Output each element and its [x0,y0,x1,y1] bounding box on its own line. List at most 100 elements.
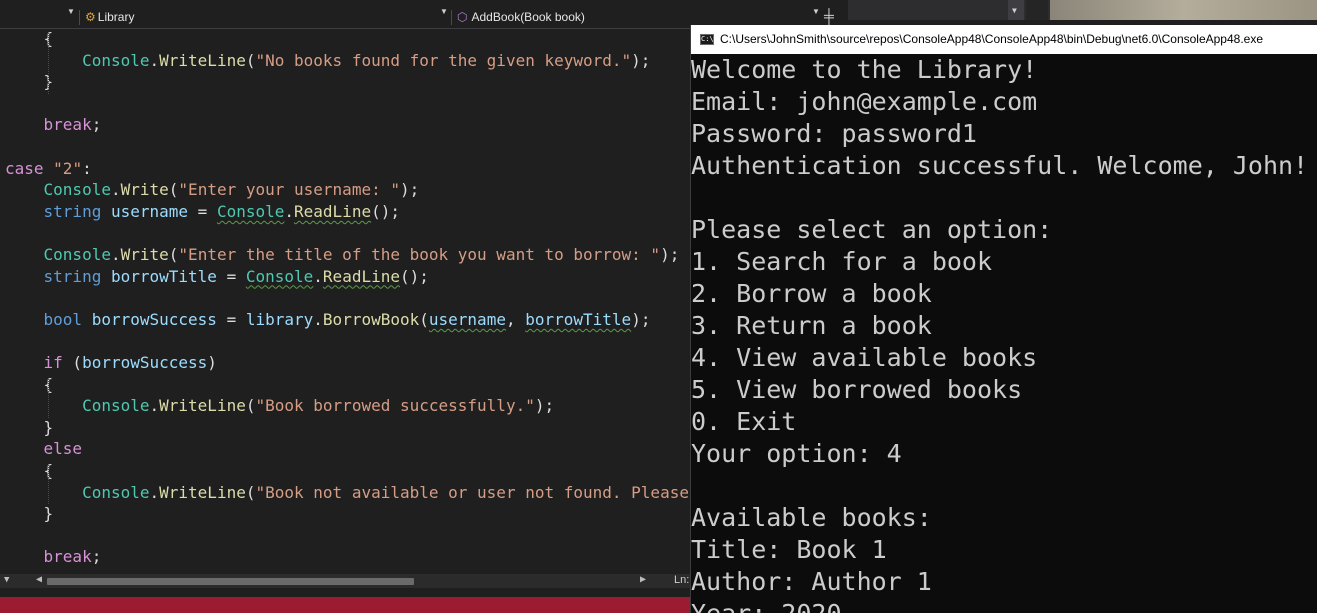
panel-scrollbar[interactable]: ▼ [1008,0,1024,20]
chevron-down-icon[interactable]: ▼ [440,7,448,16]
console-line: 0. Exit [691,407,797,436]
horizontal-scroll-thumb[interactable] [47,578,414,585]
code-line[interactable]: string username = Console.ReadLine(); [5,202,400,222]
code-token: case [5,158,44,178]
code-token: ); [399,180,420,200]
console-line: Title: Book 1 [691,535,887,564]
code-token: (); [371,201,400,221]
divider [79,10,80,25]
scroll-left-icon[interactable]: ◀ [36,574,42,585]
scroll-left-arrow-icon[interactable]: ▼ [4,575,9,585]
code-token: Console [82,50,150,70]
code-token: . [110,180,121,200]
code-token: "No books found for the given keyword." [255,50,632,70]
code-token: { [5,374,54,394]
code-token: BorrowBook [322,309,420,329]
chevron-down-icon[interactable]: ▼ [812,7,820,16]
console-line: Authentication successful. Welcome, John… [691,151,1309,180]
code-token: borrowTitle [110,266,217,286]
code-token: ( [62,353,83,372]
code-line[interactable]: Console.Write("Enter your username: "); [5,180,420,200]
code-token: username [428,309,506,329]
code-line[interactable]: Console.WriteLine("Book not available or… [5,483,689,503]
code-line[interactable]: bool borrowSuccess = library.BorrowBook(… [5,309,651,330]
console-icon: C:\ [700,34,714,45]
code-token: ( [168,245,179,264]
member-dropdown[interactable]: ⬡ AddBook(Book book) [457,7,585,28]
code-line[interactable]: } [5,417,54,438]
divider [451,10,452,25]
code-line[interactable]: Console.Write("Enter the title of the bo… [5,245,680,265]
code-token: Write [120,180,169,200]
console-title-bar[interactable]: C:\ C:\Users\JohnSmith\source\repos\Cons… [691,25,1317,54]
console-line: 4. View available books [691,343,1038,372]
code-editor[interactable]: { Console.WriteLine("No books found for … [0,0,690,613]
horizontal-scrollbar[interactable]: ▼ ◀ ▶ Ln: [0,574,690,588]
code-token: { [5,461,54,480]
code-line[interactable]: { [5,374,54,395]
console-line: Author: Author 1 [691,567,932,596]
code-token: . [313,266,323,286]
scroll-right-icon[interactable]: ▶ [640,574,646,585]
code-line[interactable]: if (borrowSuccess) [5,353,217,373]
console-line: 2. Borrow a book [691,279,932,308]
code-token: if [43,353,63,372]
code-token: } [5,417,54,437]
code-token: "Enter your username: " [178,180,400,200]
split-editor-icon[interactable]: ╪ [824,8,834,24]
code-area[interactable]: { Console.WriteLine("No books found for … [0,29,690,574]
code-token: borrowSuccess [82,353,208,372]
code-line[interactable]: { [5,461,54,481]
status-bar [0,597,690,613]
console-output[interactable]: Welcome to the Library! Email: john@examp… [691,54,1317,613]
chevron-down-icon[interactable]: ▼ [67,7,75,16]
code-line[interactable]: string borrowTitle = Console.ReadLine(); [5,267,429,287]
code-token: } [5,72,54,92]
code-line[interactable]: Console.WriteLine("No books found for th… [5,51,650,71]
code-token: ; [91,547,102,567]
code-token: break [43,547,92,567]
project-dropdown[interactable]: ⚙ Library [85,7,134,28]
code-token: bool [43,309,83,329]
code-token: Console [43,245,111,264]
code-line[interactable]: break; [5,547,102,567]
console-line: Email: john@example.com [691,87,1038,116]
code-token: "Book not available or user not found. P… [255,482,689,502]
code-line[interactable]: else [5,439,83,459]
code-token: ); [660,245,680,264]
code-line[interactable]: Console.WriteLine("Book borrowed success… [5,396,554,416]
code-token: . [313,309,323,329]
code-token: ( [419,309,429,329]
console-line: Available books: [691,503,932,532]
console-window[interactable]: C:\ C:\Users\JohnSmith\source\repos\Cons… [690,25,1317,613]
code-token: } [5,504,54,524]
code-token: . [149,50,160,70]
code-token: . [110,245,121,264]
code-line[interactable]: } [5,504,54,524]
code-token: ) [207,353,217,372]
console-line: 3. Return a book [691,311,932,340]
code-token: borrowSuccess [91,309,217,329]
code-token: Console [216,201,285,221]
code-token: . [149,396,160,416]
code-token: WriteLine [159,50,246,70]
indent-guide [48,378,49,418]
code-line[interactable]: case "2": [5,159,92,179]
code-token: library [245,309,314,329]
code-token: { [5,29,54,48]
code-line[interactable]: { [5,29,54,49]
code-line[interactable]: break; [5,115,102,135]
code-line[interactable]: } [5,72,54,92]
console-line: 5. View borrowed books [691,375,1023,404]
side-tab[interactable] [1026,0,1048,20]
